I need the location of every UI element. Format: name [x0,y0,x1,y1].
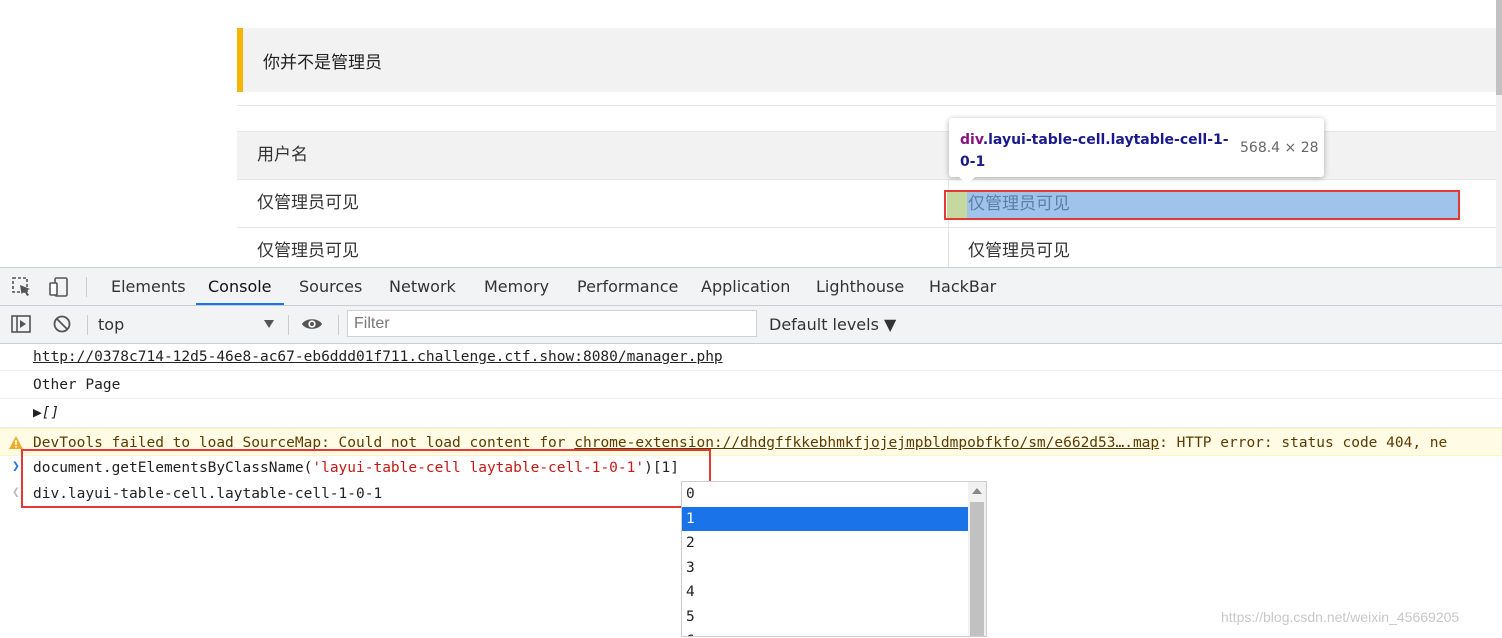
divider [237,105,1502,106]
inspect-tooltip: div.layui-table-cell.laytable-cell-1-0-1… [949,118,1324,177]
prompt-chevron-icon: ❯ [12,459,20,474]
warning-icon [9,436,23,449]
toolbar-separator [87,315,88,335]
log-levels-dropdown[interactable]: Default levels ▼ [769,306,896,343]
live-expression-eye-icon[interactable] [301,313,323,335]
tooltip-selector: div.layui-table-cell.laytable-cell-1-0-1 [960,129,1230,173]
tab-network[interactable]: Network [389,268,456,305]
tooltip-tag: div [960,132,983,148]
filter-input[interactable] [347,310,757,337]
toolbar-separator [86,277,87,297]
autocomplete-item[interactable]: 5 [682,605,968,630]
tab-performance[interactable]: Performance [577,268,678,305]
table-row: 仅管理员可见 仅管理员可见 [237,227,1502,267]
annotation-box [944,190,1460,220]
toolbar-separator [288,315,289,335]
autocomplete-item[interactable]: 2 [682,531,968,556]
autocomplete-item[interactable]: 6 [682,629,968,636]
tab-memory[interactable]: Memory [484,268,549,305]
table-cell: 仅管理员可见 [257,193,359,213]
column-divider [948,228,949,267]
autocomplete-item[interactable]: 4 [682,580,968,605]
result-chevron-icon: ❮ [12,485,20,500]
chevron-down-icon[interactable] [264,320,274,328]
console-message: http://0378c714-12d5-46e8-ac67-eb6ddd01f… [0,344,1502,371]
expandable-array[interactable]: ▶[] [33,405,59,421]
warning-suffix: : HTTP error: status code 404, ne [1159,435,1448,451]
notice-text: 你并不是管理员 [263,53,382,73]
context-selector[interactable]: top [98,306,124,343]
notice-box: 你并不是管理员 [237,28,1502,92]
tab-application[interactable]: Application [701,268,790,305]
device-toolbar-icon[interactable] [48,276,70,298]
annotation-box [21,449,711,508]
header-username: 用户名 [257,145,308,165]
console-toolbar: top Default levels ▼ [0,306,1502,344]
table-cell: 仅管理员可见 [968,241,1070,261]
tab-elements[interactable]: Elements [111,268,186,305]
tooltip-class: .layui-table-cell.laytable-cell-1-0-1 [960,132,1229,170]
tab-sources[interactable]: Sources [299,268,362,305]
tooltip-arrow [958,176,976,185]
web-page: 你并不是管理员 用户名 仅管理员可见 仅管理员可见 仅管理员可见 仅管理员可见 … [0,0,1502,267]
tab-hackbar[interactable]: HackBar [929,268,996,305]
autocomplete-scrollbar[interactable] [968,482,986,636]
log-text: Other Page [33,377,121,393]
toolbar-separator [338,315,339,335]
console-message: ▶[] [0,399,1502,428]
autocomplete-item-selected[interactable]: 1 [682,506,968,531]
clear-console-icon[interactable] [51,313,73,335]
autocomplete-item[interactable]: 3 [682,556,968,581]
autocomplete-scrollbar-thumb[interactable] [970,502,984,636]
console-message: Other Page [0,371,1502,399]
page-url-link[interactable]: http://0378c714-12d5-46e8-ac67-eb6ddd01f… [33,349,723,365]
tab-console[interactable]: Console [196,268,283,305]
tooltip-dimensions: 568.4 × 28 [1240,140,1319,156]
page-scrollbar-thumb[interactable] [1496,0,1502,95]
inspect-element-icon[interactable] [11,276,33,298]
autocomplete-item[interactable]: 0 [682,482,968,507]
tab-lighthouse[interactable]: Lighthouse [816,268,904,305]
autocomplete-popup: 0 1 2 3 4 5 6 [681,481,987,637]
scroll-up-icon[interactable] [972,488,982,494]
sidebar-toggle-icon[interactable] [10,313,32,335]
watermark: https://blog.csdn.net/weixin_45669205 [1221,609,1460,625]
page-scrollbar[interactable] [1496,0,1502,267]
devtools-tabbar: Elements Console Sources Network Memory … [0,268,1502,306]
table-cell: 仅管理员可见 [257,241,359,261]
